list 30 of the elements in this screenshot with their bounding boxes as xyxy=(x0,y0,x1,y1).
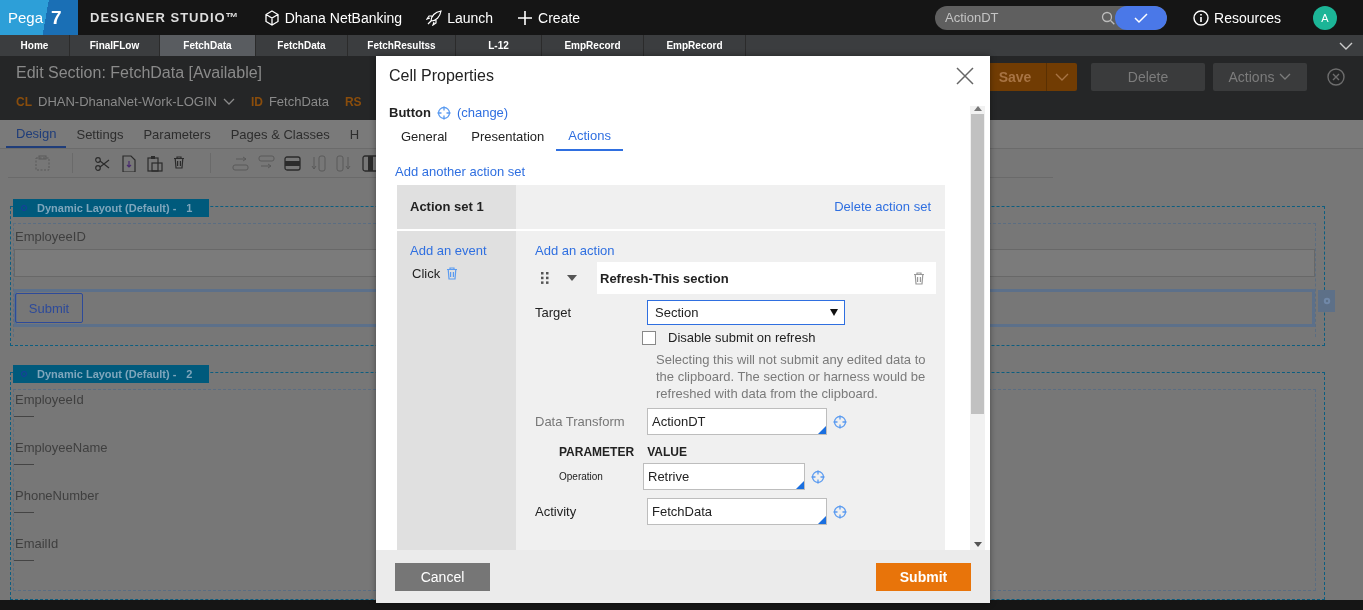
editor-title: Edit Section: FetchData [Available] xyxy=(16,64,263,82)
field-label: CL xyxy=(16,94,32,109)
column-header: VALUE xyxy=(647,445,687,459)
field-label: EmployeeId xyxy=(14,391,84,409)
field-label: ID xyxy=(250,94,263,109)
field-label: Target xyxy=(535,305,573,320)
field-label: EmployeeID xyxy=(14,228,86,246)
studio-title: DESIGNER STUDIO™ xyxy=(90,10,240,25)
parameter-name: Operation xyxy=(558,471,604,482)
field-label: PhoneNumber xyxy=(14,487,99,505)
field-label: Data Transform xyxy=(535,414,626,429)
brand-name: Pega xyxy=(8,9,44,26)
column-header: PARAMETER xyxy=(559,445,635,459)
help-text: Selecting this will not submit any edited data to the clipboard. The section or harness would be refreshed with data from the clipboard. xyxy=(656,351,927,402)
version-number: 7 xyxy=(51,6,62,29)
checkbox-label: Disable submit on refresh xyxy=(668,330,816,345)
rule-id: FetchData xyxy=(268,94,329,109)
event-name: Click xyxy=(412,266,441,281)
control-type: Button xyxy=(389,105,431,120)
action-title: Refresh-This section xyxy=(599,270,730,286)
field-label: EmailId xyxy=(14,535,59,553)
field-label: EmployeeName xyxy=(14,439,108,457)
field-label: RS xyxy=(344,94,362,109)
field-value: —— xyxy=(14,458,34,471)
field-value: —— xyxy=(14,410,34,423)
field-value: —— xyxy=(14,554,34,567)
field-label: Activity xyxy=(535,504,578,519)
action-set-title: Action set 1 xyxy=(410,199,484,214)
field-value: —— xyxy=(14,506,34,519)
dialog-title: Cell Properties xyxy=(389,67,494,85)
